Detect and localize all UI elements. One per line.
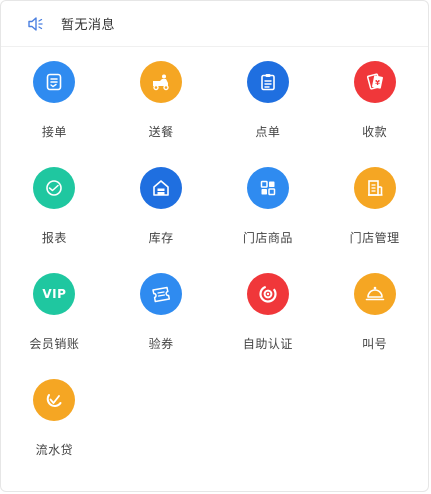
store-goods-icon bbox=[246, 167, 289, 209]
app-row: VIP 会员销账 验券 自助认证 叫号 bbox=[1, 271, 428, 377]
app-label: 库存 bbox=[148, 231, 174, 245]
app-self-auth[interactable]: 自助认证 bbox=[215, 271, 322, 377]
vip-text: VIP bbox=[42, 287, 67, 301]
app-label: 送餐 bbox=[148, 125, 174, 139]
app-store-goods[interactable]: 门店商品 bbox=[215, 165, 322, 271]
app-delivery[interactable]: 送餐 bbox=[108, 59, 215, 165]
app-label: 门店管理 bbox=[349, 231, 400, 245]
app-loan[interactable]: 流水贷 bbox=[1, 377, 108, 483]
app-label: 门店商品 bbox=[242, 231, 293, 245]
svg-text:¥: ¥ bbox=[375, 79, 380, 87]
app-label: 流水贷 bbox=[35, 443, 74, 457]
report-icon bbox=[33, 167, 76, 209]
empty-cell bbox=[321, 377, 428, 483]
speaker-icon bbox=[27, 16, 45, 32]
app-coupon-verify[interactable]: 验券 bbox=[108, 271, 215, 377]
app-label: 验券 bbox=[148, 337, 174, 351]
app-order-receive[interactable]: 接单 bbox=[1, 59, 108, 165]
self-auth-icon bbox=[246, 273, 289, 315]
app-label: 收款 bbox=[362, 125, 388, 139]
app-inventory[interactable]: 库存 bbox=[108, 165, 215, 271]
clipboard-icon bbox=[246, 61, 289, 103]
app-member-writeoff[interactable]: VIP 会员销账 bbox=[1, 271, 108, 377]
notice-text: 暂无消息 bbox=[61, 18, 116, 33]
warehouse-icon bbox=[140, 167, 183, 209]
app-label: 自助认证 bbox=[242, 337, 293, 351]
app-grid: 接单 送餐 点单 ¥ 收款 报表 库存 门店商品 门店管理 VIP 会员销账 验… bbox=[1, 59, 428, 483]
app-label: 点单 bbox=[255, 125, 281, 139]
vip-icon: VIP bbox=[33, 273, 76, 315]
app-label: 接单 bbox=[41, 125, 67, 139]
app-row: 接单 送餐 点单 ¥ 收款 bbox=[1, 59, 428, 165]
app-row: 报表 库存 门店商品 门店管理 bbox=[1, 165, 428, 271]
app-panel: 暂无消息 接单 送餐 点单 ¥ 收款 报表 库存 门店商品 门店管理 VIP 会… bbox=[0, 0, 429, 492]
app-place-order[interactable]: 点单 bbox=[215, 59, 322, 165]
bell-icon bbox=[353, 273, 396, 315]
app-report[interactable]: 报表 bbox=[1, 165, 108, 271]
delivery-icon bbox=[140, 61, 183, 103]
app-label: 会员销账 bbox=[29, 337, 80, 351]
notice-bar[interactable]: 暂无消息 bbox=[1, 1, 428, 47]
app-payment[interactable]: ¥ 收款 bbox=[321, 59, 428, 165]
app-label: 叫号 bbox=[362, 337, 388, 351]
app-row: 流水贷 bbox=[1, 377, 428, 483]
loan-icon bbox=[33, 379, 76, 421]
app-label: 报表 bbox=[41, 231, 67, 245]
empty-cell bbox=[215, 377, 322, 483]
order-receive-icon bbox=[33, 61, 76, 103]
app-call-number[interactable]: 叫号 bbox=[321, 271, 428, 377]
coupon-icon bbox=[140, 273, 183, 315]
app-store-manage[interactable]: 门店管理 bbox=[321, 165, 428, 271]
empty-cell bbox=[108, 377, 215, 483]
store-manage-icon bbox=[353, 167, 396, 209]
payment-icon: ¥ bbox=[353, 61, 396, 103]
